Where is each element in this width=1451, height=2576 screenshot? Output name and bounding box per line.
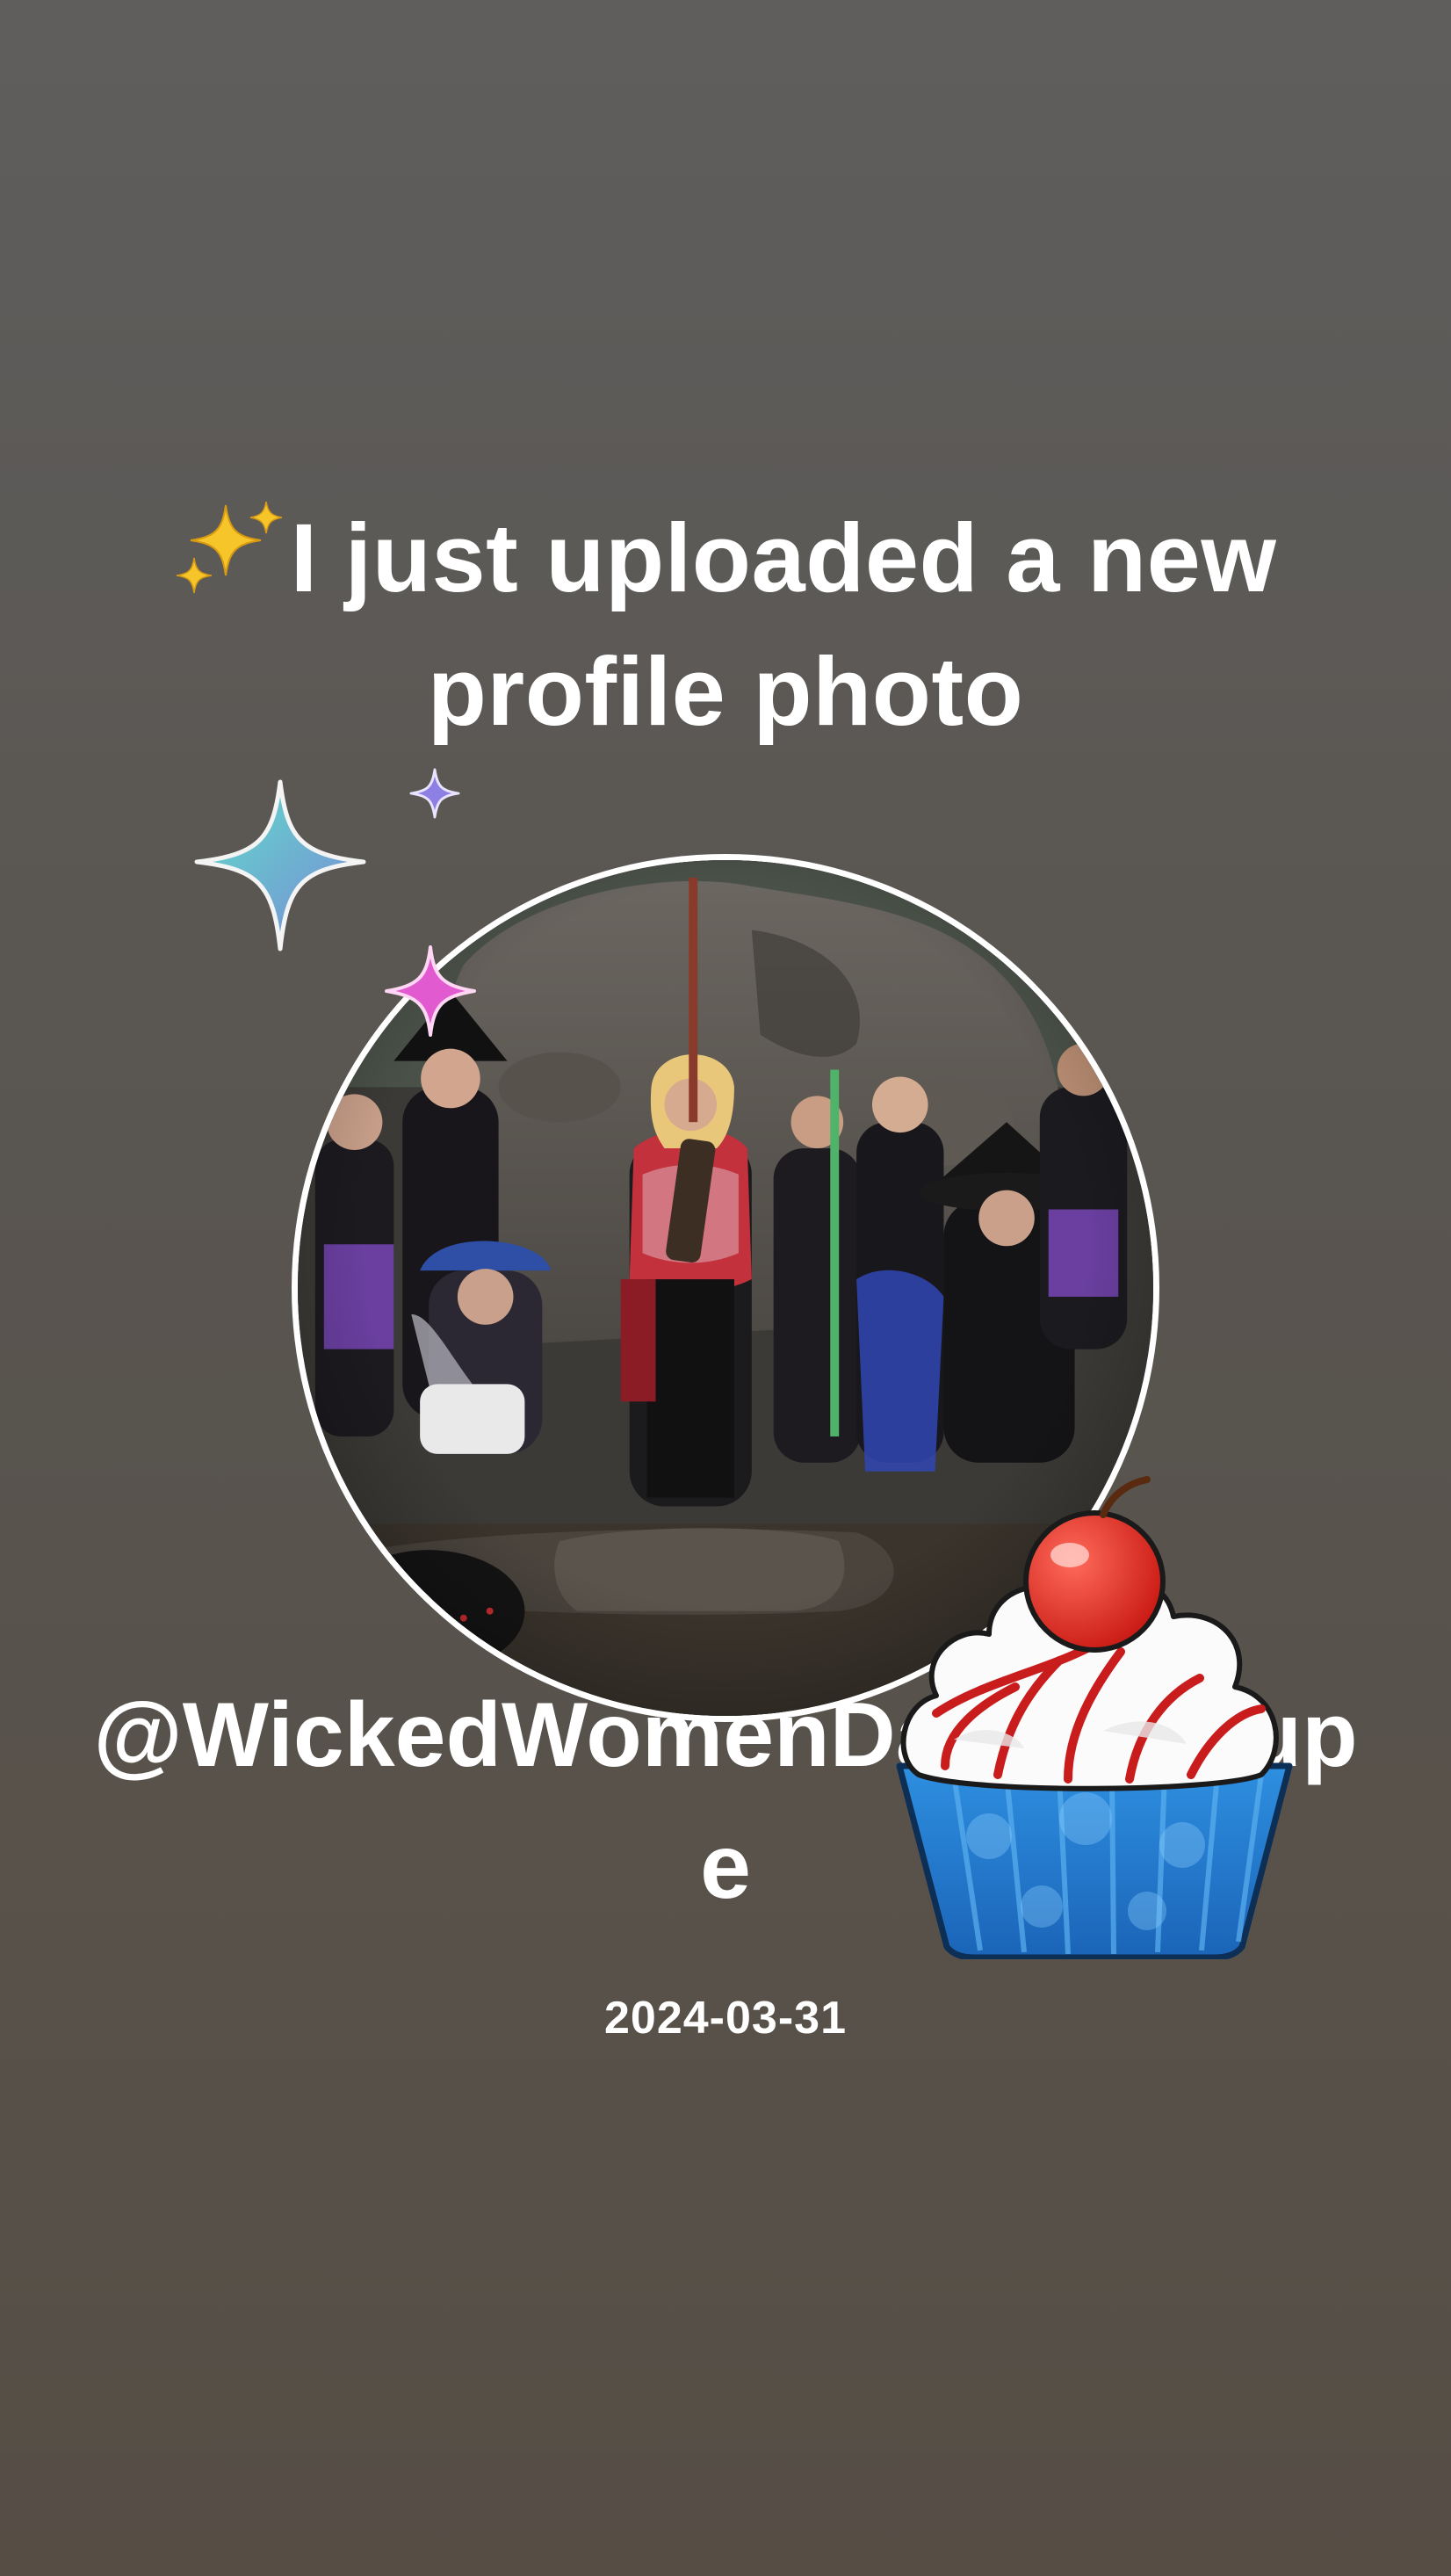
- headline: I just uploaded a new profile photo: [88, 492, 1363, 759]
- headline-text: I just uploaded a new profile photo: [290, 504, 1277, 746]
- cupcake-sticker: [896, 1476, 1293, 1959]
- profile-photo-share-card: I just uploaded a new profile photo @Wic…: [0, 0, 1451, 2576]
- sparkle-pink-icon: [385, 945, 476, 1037]
- sparkle-teal-icon: [194, 779, 366, 952]
- sparkle-purple-icon: [409, 768, 460, 819]
- sparkles-icon: [176, 501, 282, 594]
- upload-date: 2024-03-31: [604, 1993, 847, 2044]
